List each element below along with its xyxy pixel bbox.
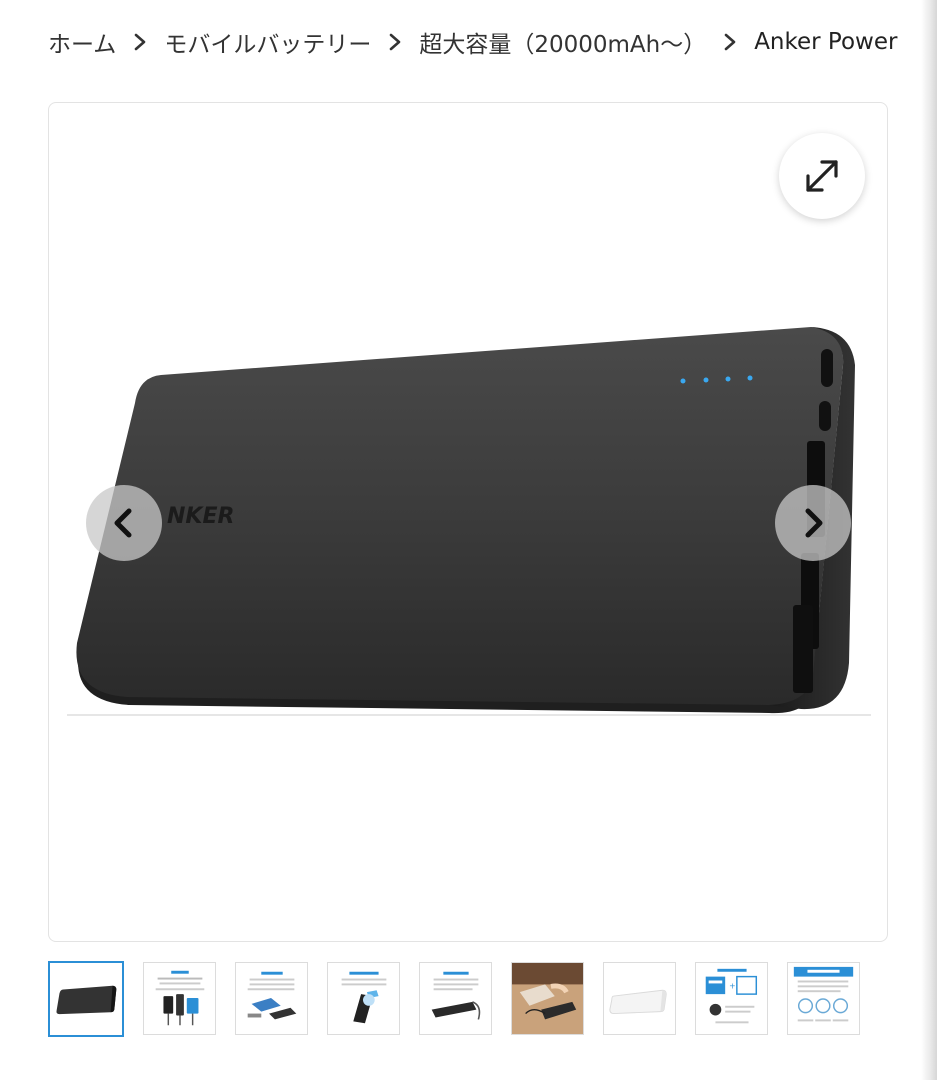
chevron-left-icon [114,508,132,538]
breadcrumb: ホーム モバイルバッテリー 超大容量（20000mAh〜） Anker Powe… [48,20,914,64]
thumbnail-9[interactable] [787,962,860,1035]
expand-arrows-icon [806,160,838,192]
thumbnail-1[interactable] [48,961,124,1037]
thumbnail-image: + [705,968,758,1024]
chevron-right-icon [377,33,413,51]
thumbnail-6[interactable] [511,962,584,1035]
product-page: ホーム モバイルバッテリー 超大容量（20000mAh〜） Anker Powe… [0,0,937,1080]
thumbnail-image [247,971,297,1020]
thumbnail-image [609,989,667,1015]
thumbnail-3[interactable] [235,962,308,1035]
previous-image-button[interactable] [86,485,162,561]
thumbnail-image [793,966,854,1022]
breadcrumb-home[interactable]: ホーム [48,25,116,59]
thumbnail-image [56,985,117,1015]
breadcrumb-current-product: Anker Power [754,29,898,55]
expand-image-button[interactable] [779,133,865,219]
thumbnail-image [155,970,205,1026]
breadcrumb-mobile-battery[interactable]: モバイルバッテリー [164,25,371,59]
thumbnail-strip: + [48,961,860,1038]
breadcrumb-large-capacity[interactable]: 超大容量（20000mAh〜） [419,25,706,59]
thumbnail-image [512,963,583,1034]
product-image-gallery: NKER [48,102,888,942]
next-image-button[interactable] [775,485,851,561]
thumbnail-5[interactable] [419,962,492,1035]
chevron-right-icon [805,508,823,538]
thumbnail-8[interactable]: + [695,962,768,1035]
chevron-right-icon [122,33,158,51]
thumbnail-2[interactable] [143,962,216,1035]
svg-text:+: + [729,981,736,990]
product-logo-text: NKER [167,504,234,529]
chevron-right-icon [712,33,748,51]
product-main-image: NKER [67,327,871,716]
thumbnail-image [341,971,387,1024]
thumbnail-4[interactable] [327,962,400,1035]
thumbnail-7[interactable] [603,962,676,1035]
thumbnail-image [431,971,481,1020]
window-edge [921,0,937,1080]
